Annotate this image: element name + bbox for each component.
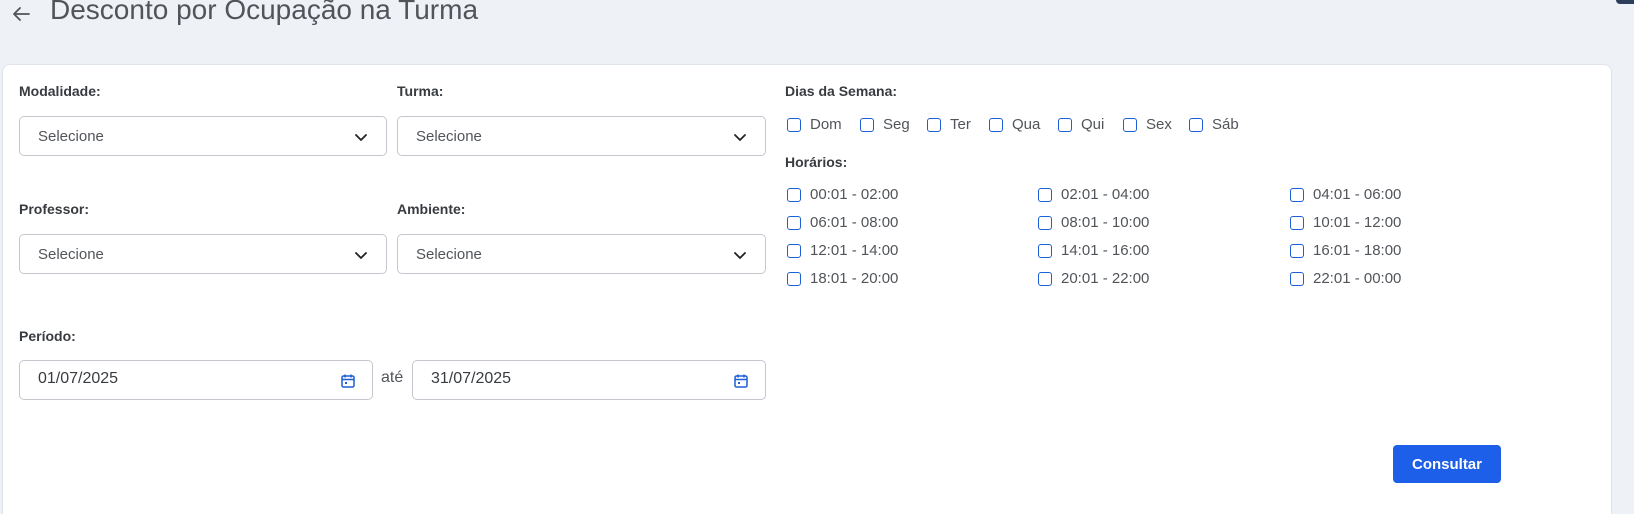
horario-checkbox[interactable]: 06:01 - 08:00 xyxy=(787,214,898,231)
horario-label: 06:01 - 08:00 xyxy=(810,214,899,231)
calendar-icon[interactable] xyxy=(733,373,749,389)
checkbox[interactable] xyxy=(1038,187,1052,202)
dia-label: Dom xyxy=(810,116,842,133)
checkbox[interactable] xyxy=(1290,187,1304,202)
page-header: Desconto por Ocupação na Turma xyxy=(0,0,1634,40)
checkbox[interactable] xyxy=(1058,117,1072,132)
checkbox[interactable] xyxy=(1290,243,1304,258)
consultar-button[interactable]: Consultar xyxy=(1393,445,1501,483)
horario-label: 20:01 - 22:00 xyxy=(1061,270,1150,287)
horario-label: 22:01 - 00:00 xyxy=(1313,270,1402,287)
checkbox[interactable] xyxy=(787,271,801,286)
horario-checkbox[interactable]: 18:01 - 20:00 xyxy=(787,270,898,287)
dia-label: Sáb xyxy=(1212,116,1239,133)
dia-label: Sex xyxy=(1146,116,1172,133)
checkbox[interactable] xyxy=(787,243,801,258)
dia-checkbox-sab[interactable]: Sáb xyxy=(1189,116,1239,133)
horario-checkbox[interactable]: 04:01 - 06:00 xyxy=(1290,186,1401,203)
checkbox[interactable] xyxy=(787,187,801,202)
checkbox[interactable] xyxy=(927,117,941,132)
modalidade-select[interactable]: Selecione xyxy=(19,116,387,156)
horario-label: 10:01 - 12:00 xyxy=(1313,214,1402,231)
turma-select-value: Selecione xyxy=(416,128,482,145)
dias-semana-label: Dias da Semana: xyxy=(785,83,898,99)
horario-label: 02:01 - 04:00 xyxy=(1061,186,1150,203)
dia-checkbox-sex[interactable]: Sex xyxy=(1123,116,1172,133)
calendar-icon[interactable] xyxy=(340,373,356,389)
horario-label: 16:01 - 18:00 xyxy=(1313,242,1402,259)
checkbox[interactable] xyxy=(1123,117,1137,132)
dia-label: Ter xyxy=(950,116,971,133)
periodo-end-field[interactable] xyxy=(412,360,766,400)
dia-label: Seg xyxy=(883,116,910,133)
horario-label: 00:01 - 02:00 xyxy=(810,186,899,203)
horario-label: 18:01 - 20:00 xyxy=(810,270,899,287)
horario-checkbox[interactable]: 02:01 - 04:00 xyxy=(1038,186,1149,203)
checkbox[interactable] xyxy=(1038,243,1052,258)
chevron-down-icon xyxy=(355,252,367,259)
chevron-down-icon xyxy=(734,134,746,141)
dia-label: Qui xyxy=(1081,116,1105,133)
horario-checkbox[interactable]: 08:01 - 10:00 xyxy=(1038,214,1149,231)
horarios-label: Horários: xyxy=(785,154,848,170)
checkbox[interactable] xyxy=(1038,271,1052,286)
periodo-start-field[interactable] xyxy=(19,360,373,400)
checkbox[interactable] xyxy=(787,117,801,132)
ambiente-label: Ambiente: xyxy=(397,201,466,217)
dia-checkbox-ter[interactable]: Ter xyxy=(927,116,971,133)
horario-label: 12:01 - 14:00 xyxy=(810,242,899,259)
checkbox[interactable] xyxy=(1189,117,1203,132)
horario-checkbox[interactable]: 22:01 - 00:00 xyxy=(1290,270,1401,287)
ambiente-select[interactable]: Selecione xyxy=(397,234,766,274)
dia-label: Qua xyxy=(1012,116,1041,133)
horario-checkbox[interactable]: 10:01 - 12:00 xyxy=(1290,214,1401,231)
horario-checkbox[interactable]: 16:01 - 18:00 xyxy=(1290,242,1401,259)
checkbox[interactable] xyxy=(1038,215,1052,230)
horario-label: 08:01 - 10:00 xyxy=(1061,214,1150,231)
chevron-down-icon xyxy=(734,252,746,259)
horario-label: 14:01 - 16:00 xyxy=(1061,242,1150,259)
horario-checkbox[interactable]: 20:01 - 22:00 xyxy=(1038,270,1149,287)
professor-select-value: Selecione xyxy=(38,246,104,263)
professor-select[interactable]: Selecione xyxy=(19,234,387,274)
periodo-end-input[interactable] xyxy=(431,370,691,388)
horario-label: 04:01 - 06:00 xyxy=(1313,186,1402,203)
turma-label: Turma: xyxy=(397,83,444,99)
ambiente-select-value: Selecione xyxy=(416,246,482,263)
horario-checkbox[interactable]: 14:01 - 16:00 xyxy=(1038,242,1149,259)
turma-select[interactable]: Selecione xyxy=(397,116,766,156)
professor-label: Professor: xyxy=(19,201,90,217)
modalidade-label: Modalidade: xyxy=(19,83,101,99)
modalidade-select-value: Selecione xyxy=(38,128,104,145)
horario-checkbox[interactable]: 12:01 - 14:00 xyxy=(787,242,898,259)
page-title: Desconto por Ocupação na Turma xyxy=(50,0,479,25)
horario-checkbox[interactable]: 00:01 - 02:00 xyxy=(787,186,898,203)
checkbox[interactable] xyxy=(989,117,1003,132)
periodo-label: Período: xyxy=(19,328,76,344)
periodo-start-input[interactable] xyxy=(38,370,298,388)
periodo-separator: até xyxy=(381,369,404,386)
checkbox[interactable] xyxy=(1290,215,1304,230)
checkbox[interactable] xyxy=(787,215,801,230)
checkbox[interactable] xyxy=(860,117,874,132)
window-corner-decoration xyxy=(1616,0,1634,4)
checkbox[interactable] xyxy=(1290,271,1304,286)
filter-card: Modalidade: Selecione Turma: Selecione P… xyxy=(2,64,1612,514)
arrow-left-icon xyxy=(13,7,30,21)
dia-checkbox-qui[interactable]: Qui xyxy=(1058,116,1104,133)
back-button[interactable] xyxy=(8,2,34,26)
dia-checkbox-qua[interactable]: Qua xyxy=(989,116,1040,133)
chevron-down-icon xyxy=(355,134,367,141)
dia-checkbox-dom[interactable]: Dom xyxy=(787,116,842,133)
dia-checkbox-seg[interactable]: Seg xyxy=(860,116,910,133)
